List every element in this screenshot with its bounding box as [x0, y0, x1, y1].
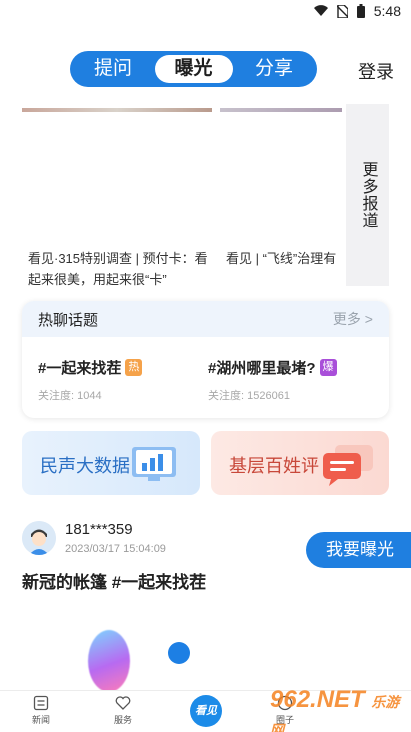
expose-button[interactable]: 我要曝光 — [306, 532, 411, 568]
hot-topics-more-link[interactable]: 更多 > — [333, 309, 373, 329]
user-avatar-icon — [22, 521, 56, 555]
news-carousel[interactable]: 看见·315特别调查 | 预付卡：看起来很美，用起来很“卡” 看见 | “飞线”… — [22, 108, 342, 288]
post-timestamp: 2023/03/17 15:04:09 — [65, 543, 166, 555]
site-watermark: 962.NET 乐游网 — [270, 686, 411, 732]
topic-followers: 关注度: 1044 — [38, 390, 102, 402]
nav-news-label: 新闻 — [31, 715, 50, 725]
wifi-icon — [313, 5, 328, 17]
nav-service-label: 服务 — [113, 715, 132, 725]
mode-segmented-control: 提问 曝光 分享 — [70, 51, 317, 87]
watermark-text: 962.NET — [270, 686, 365, 713]
news-image[interactable] — [22, 108, 212, 112]
post-username[interactable]: 181***359 — [65, 521, 133, 538]
status-icons: 5:48 — [313, 3, 401, 19]
tab-expose[interactable]: 曝光 — [154, 55, 233, 83]
avatar[interactable] — [22, 521, 56, 555]
status-time: 5:48 — [373, 3, 401, 19]
tab-ask[interactable]: 提问 — [74, 55, 152, 83]
nav-service[interactable]: 服务 — [98, 695, 148, 726]
post-image[interactable] — [88, 630, 130, 692]
login-button[interactable]: 登录 — [358, 58, 394, 84]
post-image-dot — [168, 642, 190, 664]
topic-name: #一起来找茬 — [38, 360, 122, 377]
app-screen: 5:48 提问 曝光 分享 登录 看见·315特别调查 | 预付卡：看起来很美，… — [0, 0, 411, 732]
news-item-title[interactable]: 看见·315特别调查 | 预付卡：看起来很美，用起来很“卡” — [28, 248, 218, 288]
tab-share[interactable]: 分享 — [235, 55, 313, 83]
post-title[interactable]: 新冠的帐篷 #一起来找茬 — [22, 568, 206, 593]
nav-news[interactable]: 新闻 — [16, 695, 66, 726]
battery-icon — [356, 4, 365, 18]
topic-followers: 关注度: 1526061 — [208, 390, 290, 402]
news-item-title[interactable]: 看见 | “飞线”治理有 — [226, 248, 342, 269]
nav-kanjian-button[interactable]: 看见 — [190, 695, 222, 727]
status-bar: 5:48 — [0, 0, 411, 24]
more-reports-label: 更多报道 — [359, 161, 377, 229]
news-image[interactable] — [220, 108, 342, 112]
more-reports-button[interactable]: 更多报道 — [346, 104, 389, 286]
topic-item[interactable]: #湖州哪里最堵? 爆 关注度: 1526061 — [208, 357, 337, 403]
topic-item[interactable]: #一起来找茬 热 关注度: 1044 — [38, 357, 143, 403]
hot-topics-card: 热聊话题 更多 > #一起来找茬 热 关注度: 1044 #湖州哪里最堵? 爆 … — [22, 301, 389, 418]
hot-topics-header: 热聊话题 更多 > — [22, 301, 389, 337]
public-voice-data-card[interactable]: 民声大数据 — [22, 431, 200, 495]
feature-label: 民声大数据 — [40, 456, 130, 476]
topic-name: #湖州哪里最堵? — [208, 360, 316, 377]
comment-bubble-icon — [323, 445, 373, 486]
news-icon — [33, 695, 49, 711]
feature-label: 基层百姓评 — [229, 456, 319, 476]
grassroots-review-card[interactable]: 基层百姓评 — [211, 431, 389, 495]
heart-icon — [115, 696, 131, 710]
hot-topics-title: 热聊话题 — [38, 311, 99, 329]
boom-badge: 爆 — [319, 359, 337, 376]
bar-chart-icon — [132, 447, 176, 481]
hot-badge: 热 — [125, 359, 143, 376]
no-sim-icon — [336, 4, 348, 18]
